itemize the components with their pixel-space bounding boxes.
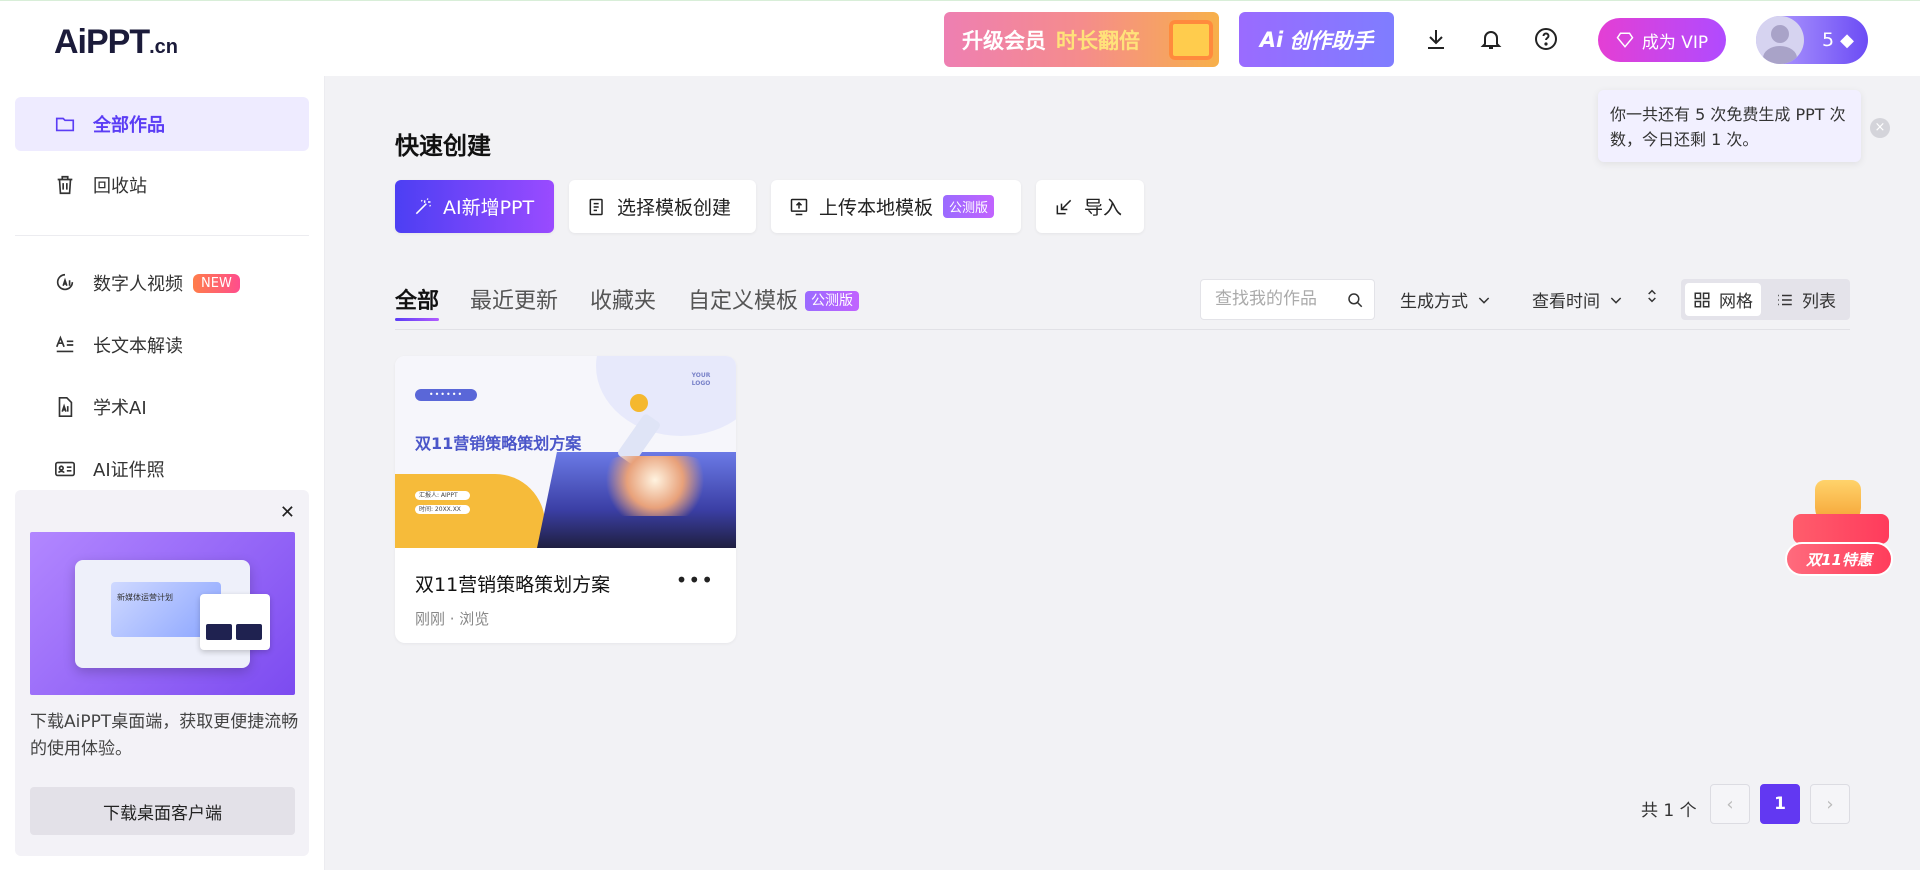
more-options-icon[interactable]: ••• (676, 568, 714, 592)
work-card[interactable]: •••••• YOUR LOGO 双11营销策略策划方案 汇报人: AIPPT … (395, 356, 736, 643)
tab-favorites[interactable]: 收藏夹 (590, 283, 656, 315)
grid-icon (1694, 292, 1710, 307)
list-icon (1778, 294, 1792, 305)
tab-custom-templates[interactable]: 自定义模板 公测版 (688, 283, 860, 315)
download-description: 下载AiPPT桌面端，获取更便捷流畅的使用体验。 (30, 712, 299, 759)
thumbnail-dots-pill: •••••• (415, 389, 477, 401)
become-vip-button[interactable]: 成为 VIP (1598, 18, 1726, 62)
work-title: 双11营销策略策划方案 (415, 574, 611, 596)
new-badge: NEW (193, 273, 240, 293)
thumbnail-tag-date: 时间: 20XX.XX (415, 505, 470, 514)
sort-order-toggle[interactable] (1644, 287, 1660, 305)
view-time-filter[interactable]: 查看时间 (1532, 287, 1624, 312)
quick-create-title: 快速创建 (395, 132, 491, 160)
search-works-box (1200, 279, 1375, 320)
double-eleven-promo-float[interactable]: 双11特惠 (1785, 470, 1895, 580)
folder-icon (53, 112, 77, 136)
credit-count: 5 (1822, 29, 1835, 51)
help-icon[interactable] (1533, 26, 1559, 52)
desktop-download-card: ✕ 新媒体运营计划 下载AiPPT桌面端，获取更便捷流畅的使用体验。 下载桌面客… (15, 490, 309, 856)
sort-icon (1648, 289, 1656, 303)
sidebar-item-long-text[interactable]: 长文本解读 (15, 318, 309, 372)
desktop-app-preview-image: 新媒体运营计划 (30, 532, 295, 695)
promo-text-primary: 升级会员 (962, 28, 1046, 53)
mini-slides-mockup (200, 594, 270, 650)
upgrade-promo-banner[interactable]: 升级会员 时长翻倍 (944, 12, 1219, 67)
sidebar-item-all-works[interactable]: 全部作品 (15, 97, 309, 151)
page-number-button[interactable]: 1 (1760, 784, 1800, 824)
thumbnail-tag-presenter: 汇报人: AIPPT (415, 491, 470, 500)
sidebar: 全部作品 回收站 数字人视频 NEW 长文本解读 学术AI AI证件照 ✕ 新媒… (0, 76, 325, 870)
chevron-down-icon (1478, 296, 1490, 304)
magic-wand-icon (415, 197, 432, 214)
long-text-icon (53, 333, 77, 357)
user-account-chip[interactable]: 5 ◆ (1756, 16, 1868, 64)
beta-badge: 公测版 (943, 195, 995, 218)
avatar[interactable] (1756, 16, 1804, 64)
generate-method-filter[interactable]: 生成方式 (1400, 287, 1492, 312)
upload-local-template-button[interactable]: 上传本地模板 公测版 (771, 180, 1021, 233)
free-generation-toast: 你一共还有 5 次免费生成 PPT 次数，今日还剩 1 次。 (1598, 90, 1861, 162)
sidebar-item-academic-ai[interactable]: 学术AI (15, 380, 309, 434)
digital-human-icon (53, 271, 77, 295)
search-icon[interactable] (1346, 291, 1364, 313)
tab-all[interactable]: 全部 (395, 283, 440, 321)
template-icon (589, 198, 603, 215)
preview-caption: 新媒体运营计划 (117, 593, 173, 602)
ai-logo-icon: Ai (1259, 27, 1284, 52)
chevron-down-icon (1610, 296, 1622, 304)
chevron-right-icon: › (1826, 793, 1834, 815)
work-thumbnail[interactable]: •••••• YOUR LOGO 双11营销策略策划方案 汇报人: AIPPT … (395, 356, 736, 548)
sidebar-item-ai-id-photo[interactable]: AI证件照 (15, 442, 309, 496)
import-button[interactable]: 导入 (1036, 180, 1144, 233)
trash-icon (53, 173, 77, 197)
grid-view-option[interactable]: 网格 (1685, 283, 1761, 316)
promo-label: 双11特惠 (1785, 542, 1893, 576)
tab-divider (395, 329, 1850, 330)
download-desktop-client-button[interactable]: 下载桌面客户端 (30, 787, 295, 835)
search-input[interactable] (1215, 289, 1345, 309)
work-meta: 刚刚 · 浏览 (415, 610, 490, 628)
pagination-total: 共 1 个 (1641, 801, 1697, 821)
sidebar-item-digital-human-video[interactable]: 数字人视频 NEW (15, 256, 309, 310)
tab-recent-updates[interactable]: 最近更新 (470, 283, 558, 315)
upload-icon (790, 198, 808, 215)
academic-doc-icon (53, 395, 77, 419)
download-icon[interactable] (1423, 26, 1449, 52)
diamond-icon (1616, 32, 1634, 48)
diamond-icon: ◆ (1840, 29, 1854, 51)
chevron-left-icon: ‹ (1726, 793, 1734, 815)
prev-page-button[interactable]: ‹ (1710, 784, 1750, 824)
bell-icon[interactable] (1478, 26, 1504, 52)
app-logo[interactable]: AiPPT.cn (54, 23, 178, 62)
beta-badge: 公测版 (805, 291, 860, 311)
gift-box-icon (1169, 20, 1213, 60)
sidebar-item-recycle-bin[interactable]: 回收站 (15, 158, 309, 212)
gift-boxes-icon (1793, 514, 1889, 544)
ai-creation-assistant-button[interactable]: Ai 创作助手 (1239, 12, 1394, 67)
promo-text-highlight: 时长翻倍 (1056, 28, 1140, 53)
list-view-option[interactable]: 列表 (1768, 283, 1844, 316)
import-icon (1056, 199, 1072, 214)
select-template-button[interactable]: 选择模板创建 (569, 180, 756, 233)
thumbnail-logo-text: YOUR LOGO (691, 372, 711, 387)
id-photo-icon (53, 457, 77, 481)
sidebar-divider (15, 235, 309, 236)
top-header: AiPPT.cn 升级会员 时长翻倍 Ai 创作助手 成为 VIP 5 ◆ (0, 0, 1920, 76)
close-icon[interactable]: ✕ (280, 502, 295, 523)
next-page-button[interactable]: › (1810, 784, 1850, 824)
view-mode-toggle: 网格 列表 (1681, 279, 1850, 320)
ai-new-ppt-button[interactable]: AI新增PPT (395, 180, 554, 233)
thumbnail-title: 双11营销策略策划方案 (415, 434, 582, 453)
close-icon[interactable]: × (1870, 118, 1890, 138)
